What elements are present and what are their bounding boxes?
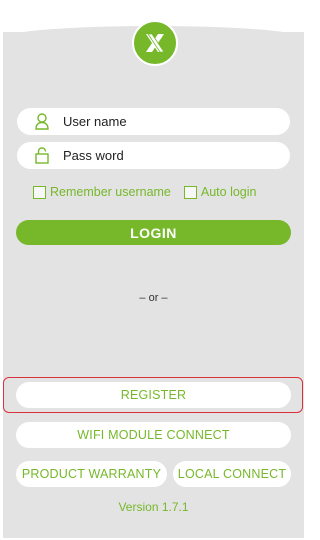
local-connect-button[interactable]: LOCAL CONNECT [173, 461, 291, 487]
password-field[interactable] [17, 142, 290, 169]
product-warranty-label: PRODUCT WARRANTY [21, 467, 162, 481]
register-button-label: REGISTER [120, 388, 187, 402]
login-panel [3, 0, 304, 538]
local-connect-label: LOCAL CONNECT [177, 467, 287, 481]
x-logo-icon [132, 20, 178, 66]
password-input[interactable] [63, 148, 273, 163]
username-field[interactable] [17, 108, 290, 135]
wifi-module-connect-label: WIFI MODULE CONNECT [77, 428, 230, 442]
product-warranty-button[interactable]: PRODUCT WARRANTY [16, 461, 167, 487]
remember-username-checkbox[interactable] [33, 185, 46, 199]
login-options: Remember username Auto login [33, 185, 257, 199]
login-button[interactable]: LOGIN [16, 220, 291, 245]
wifi-module-connect-button[interactable]: WIFI MODULE CONNECT [16, 422, 291, 448]
or-divider: – or – [139, 292, 168, 304]
user-icon [34, 113, 50, 131]
remember-username-label: Remember username [50, 185, 171, 199]
login-button-label: LOGIN [130, 224, 177, 241]
register-button[interactable]: REGISTER [16, 382, 291, 408]
login-screen: Remember username Auto login LOGIN – or … [0, 0, 307, 540]
username-input[interactable] [63, 114, 273, 129]
version-label: Version 1.7.1 [118, 500, 189, 514]
auto-login-label: Auto login [200, 185, 257, 199]
lock-icon [34, 147, 50, 165]
auto-login-checkbox[interactable] [183, 185, 197, 199]
